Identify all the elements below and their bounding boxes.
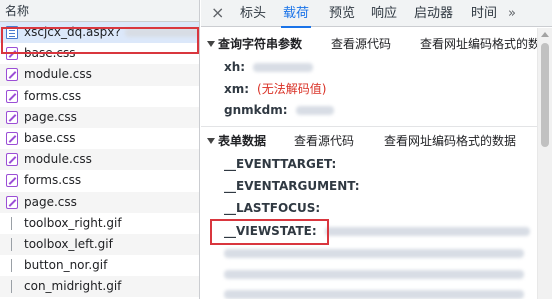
form-data-section-header[interactable]: 表单数据 查看源代码 查看网址编码格式的数据 <box>201 130 537 152</box>
tab-response[interactable]: 响应 <box>369 0 399 27</box>
request-list: xscjcx_dq.aspx? base.css module.css forms.c… <box>0 22 199 298</box>
redacted-value <box>224 270 524 279</box>
request-name: module.css <box>24 152 92 167</box>
request-row[interactable]: forms.css <box>0 86 199 107</box>
scroll-up-icon[interactable] <box>541 32 549 37</box>
css-file-icon <box>6 68 18 82</box>
request-row[interactable]: forms.css <box>0 170 199 191</box>
viewstate-continuation <box>224 284 524 299</box>
request-row[interactable]: base.css <box>0 128 199 149</box>
image-file-icon <box>11 216 12 230</box>
css-file-icon <box>6 195 18 209</box>
document-icon <box>6 26 18 39</box>
tab-headers[interactable]: 标头 <box>238 0 268 27</box>
query-view-url-encoded-link[interactable]: 查看网址编码格式的数 <box>420 33 540 55</box>
more-tabs-icon[interactable]: » <box>508 0 516 27</box>
field-key: __VIEWSTATE: <box>224 224 317 238</box>
form-field-row: __LASTFOCUS: <box>224 198 320 218</box>
query-param-row: xh: <box>224 57 314 77</box>
scrollbar-thumb[interactable] <box>541 43 549 147</box>
request-name: module.css <box>24 67 92 82</box>
tab-preview[interactable]: 预览 <box>327 0 357 27</box>
tab-timing[interactable]: 时间 <box>469 0 499 27</box>
redacted-value <box>295 106 334 115</box>
viewstate-continuation <box>224 264 524 284</box>
request-name: toolbox_right.gif <box>24 215 122 230</box>
field-key: __LASTFOCUS: <box>224 201 321 215</box>
css-file-icon <box>6 174 18 188</box>
form-view-source-link[interactable]: 查看源代码 <box>294 130 354 152</box>
query-param-row: xm: (无法解码值) <box>224 79 326 99</box>
tab-payload[interactable]: 载荷 <box>281 0 312 28</box>
request-name: forms.css <box>24 173 82 188</box>
query-string-title: 查询字符串参数 <box>218 37 303 51</box>
request-name: base.css <box>24 46 76 61</box>
css-file-icon <box>6 89 18 103</box>
redacted-value <box>224 290 524 299</box>
field-key: __EVENTARGUMENT: <box>224 179 360 193</box>
css-file-icon <box>6 110 18 124</box>
image-file-icon <box>11 237 12 251</box>
section-divider <box>201 126 537 127</box>
request-name: button_nor.gif <box>24 258 108 273</box>
form-field-row: __EVENTARGUMENT: <box>224 176 360 196</box>
request-name: page.css <box>24 109 77 124</box>
request-row[interactable]: page.css <box>0 106 199 128</box>
request-name: base.css <box>24 130 76 145</box>
request-row[interactable]: module.css <box>0 64 199 86</box>
redacted-query-string <box>124 28 199 37</box>
redacted-value <box>224 249 524 258</box>
css-file-icon <box>6 47 18 61</box>
param-value-undecodable: (无法解码值) <box>257 82 327 96</box>
query-string-section-header[interactable]: 查询字符串参数 查看源代码 查看网址编码格式的数 <box>201 33 540 55</box>
request-name: xscjcx_dq.aspx? <box>24 25 121 39</box>
css-file-icon <box>6 153 18 167</box>
param-key: xm: <box>224 82 250 96</box>
form-view-url-encoded-link[interactable]: 查看网址编码格式的数据 <box>384 130 516 152</box>
request-name: con_midright.gif <box>24 279 122 294</box>
details-tab-bar: × 标头 载荷 预览 响应 启动器 时间 » <box>201 0 552 28</box>
request-row[interactable]: module.css <box>0 149 199 171</box>
param-key: gnmkdm: <box>224 103 288 117</box>
request-row[interactable]: con_midright.gif <box>0 276 199 298</box>
collapse-triangle-icon[interactable] <box>207 41 215 47</box>
request-name: forms.css <box>24 88 82 103</box>
redacted-value <box>253 63 314 72</box>
field-key: __EVENTTARGET: <box>224 157 337 171</box>
form-field-row: __VIEWSTATE: <box>224 221 530 241</box>
details-panel: × 标头 载荷 预览 响应 启动器 时间 » 查询字符串参数 查看源代码 查看网… <box>201 0 552 299</box>
form-field-row: __EVENTTARGET: <box>224 154 336 174</box>
tab-initiator[interactable]: 启动器 <box>412 0 455 27</box>
query-param-row: gnmkdm: <box>224 100 334 120</box>
request-row[interactable]: toolbox_right.gif <box>0 213 199 234</box>
name-column-header[interactable]: 名称 <box>0 0 199 22</box>
param-key: xh: <box>224 60 246 74</box>
query-view-source-link[interactable]: 查看源代码 <box>331 33 391 55</box>
request-row[interactable]: xscjcx_dq.aspx? <box>0 22 199 44</box>
request-row[interactable]: button_nor.gif <box>0 255 199 276</box>
request-row[interactable]: page.css <box>0 191 199 213</box>
css-file-icon <box>6 131 18 145</box>
request-row[interactable]: base.css <box>0 43 199 64</box>
request-row[interactable]: toolbox_left.gif <box>0 233 199 256</box>
request-name: toolbox_left.gif <box>24 236 113 251</box>
viewstate-continuation <box>224 243 524 263</box>
redacted-value <box>324 227 530 236</box>
close-icon[interactable]: × <box>211 2 224 24</box>
image-file-icon <box>11 259 12 273</box>
request-name: page.css <box>24 194 77 209</box>
vertical-scrollbar[interactable] <box>537 28 552 299</box>
form-data-title: 表单数据 <box>218 134 267 148</box>
request-list-panel: 名称 xscjcx_dq.aspx? base.css module.css form… <box>0 0 200 299</box>
collapse-triangle-icon[interactable] <box>207 138 215 144</box>
image-file-icon <box>11 280 12 294</box>
